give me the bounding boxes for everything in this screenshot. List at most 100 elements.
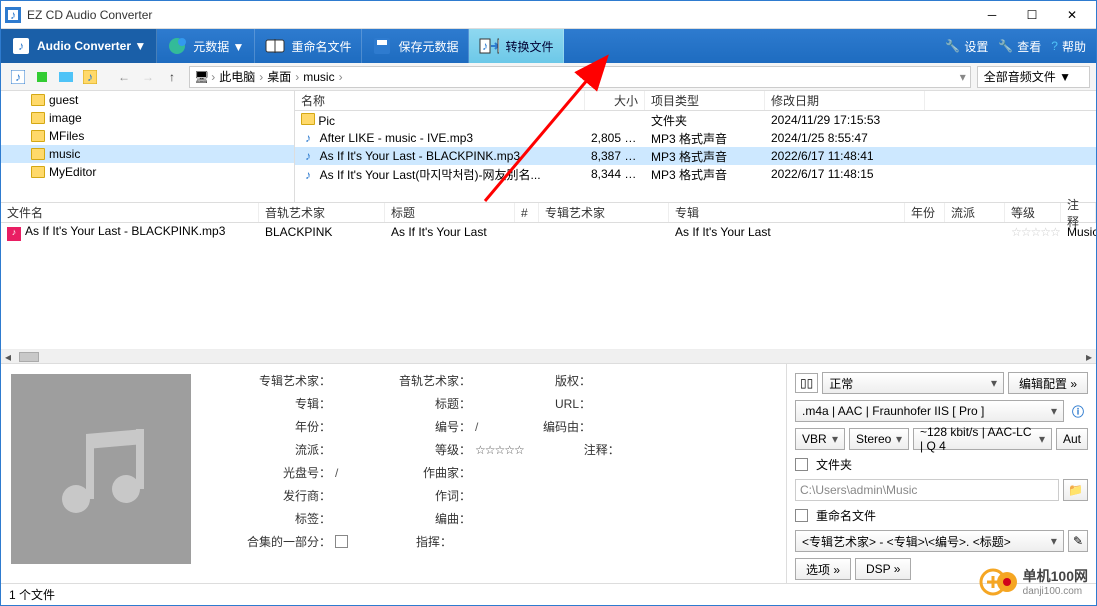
folder-icon — [31, 94, 45, 106]
info-icon[interactable]: ⓘ — [1068, 403, 1088, 420]
back-button[interactable]: ← — [113, 67, 135, 87]
file-row[interactable]: Pic文件夹2024/11/29 17:15:53 — [295, 111, 1096, 129]
chevron-down-icon[interactable]: ▾ — [960, 70, 966, 84]
tree-item-mfiles[interactable]: MFiles — [1, 127, 294, 145]
composer-label: 作曲家： — [355, 464, 475, 481]
forward-button[interactable]: → — [137, 67, 159, 87]
file-count: 1 个文件 — [9, 586, 55, 603]
folder-icon — [301, 113, 315, 125]
qcol-file[interactable]: 文件名 — [1, 203, 259, 222]
col-date[interactable]: 修改日期 — [765, 91, 925, 110]
save-icon — [372, 36, 392, 56]
format-select[interactable]: .m4a | AAC | Fraunhofer IIS [ Pro ] — [795, 400, 1064, 422]
maximize-button[interactable]: ☐ — [1012, 2, 1052, 28]
qcol-title[interactable]: 标题 — [385, 203, 515, 222]
main-toolbar: ♪ Audio Converter ▼ 元数据 ▼ 重命名文件 保存元数据 ♪♪… — [1, 29, 1096, 63]
file-list: 名称 大小 项目类型 修改日期 Pic文件夹2024/11/29 17:15:5… — [295, 91, 1096, 202]
horizontal-scrollbar[interactable]: ◂▸ — [1, 349, 1096, 363]
priority-select[interactable]: 正常 — [822, 372, 1004, 394]
file-filter-select[interactable]: 全部音频文件 ▼ — [977, 66, 1090, 88]
rename-label: 重命名文件 — [816, 507, 876, 524]
convert-button[interactable]: ♪♪ 转换文件 — [469, 29, 564, 63]
help-button[interactable]: ? 帮助 — [1051, 38, 1086, 55]
title-label: 标题： — [355, 395, 475, 412]
compilation-checkbox[interactable] — [335, 535, 348, 548]
col-size[interactable]: 大小 — [585, 91, 645, 110]
stereo-select[interactable]: Stereo — [849, 428, 909, 450]
file-row[interactable]: ♪ As If It's Your Last(마지막처럼)-网友别名...8,3… — [295, 165, 1096, 183]
tree-item-music[interactable]: music — [1, 145, 294, 163]
qcol-artist[interactable]: 音轨艺术家 — [259, 203, 385, 222]
dsp-button[interactable]: DSP » — [855, 558, 911, 580]
folder-tree[interactable]: guest image MFiles music MyEditor — [1, 91, 295, 202]
svg-text:♪: ♪ — [18, 39, 24, 53]
view-button[interactable]: 🔧 查看 — [998, 38, 1041, 55]
rename-pattern-select[interactable]: <专辑艺术家> - <专辑>\<编号>. <标题> — [795, 530, 1064, 552]
rename-button[interactable]: 重命名文件 — [255, 29, 362, 63]
desktop-button[interactable] — [55, 67, 77, 87]
music-file-icon: ♪ — [301, 149, 315, 163]
edit-pattern-button[interactable]: ✎ — [1068, 530, 1088, 552]
breadcrumb-item[interactable]: music — [301, 70, 336, 84]
computer-icon: 🖥 — [194, 70, 209, 84]
svg-text:♪: ♪ — [15, 70, 21, 84]
genre-label: 流派： — [205, 441, 335, 458]
col-name[interactable]: 名称 — [295, 91, 585, 110]
col-type[interactable]: 项目类型 — [645, 91, 765, 110]
folder-icon — [31, 112, 45, 124]
qcol-album-artist[interactable]: 专辑艺术家 — [539, 203, 669, 222]
qcol-note[interactable]: 注释 — [1061, 203, 1096, 222]
qcol-year[interactable]: 年份 — [905, 203, 945, 222]
music-library-button[interactable]: ♪ — [7, 67, 29, 87]
wrench-icon: 🔧 — [998, 39, 1013, 53]
album-label: 专辑： — [205, 395, 335, 412]
metadata-button[interactable]: 元数据 ▼ — [157, 29, 255, 63]
queue-header: 文件名 音轨艺术家 标题 # 专辑艺术家 专辑 年份 流派 等级 注释 — [1, 203, 1096, 223]
year-label: 年份： — [205, 418, 335, 435]
file-row[interactable]: ♪ As If It's Your Last - BLACKPINK.mp38,… — [295, 147, 1096, 165]
qcol-album[interactable]: 专辑 — [669, 203, 905, 222]
save-metadata-button[interactable]: 保存元数据 — [362, 29, 469, 63]
file-row[interactable]: ♪ After LIKE - music - IVE.mp32,805 KBMP… — [295, 129, 1096, 147]
qcol-rating[interactable]: 等级 — [1005, 203, 1061, 222]
minimize-button[interactable]: ─ — [972, 2, 1012, 28]
add-button[interactable] — [31, 67, 53, 87]
folder-path-input[interactable]: C:\Users\admin\Music — [795, 479, 1059, 501]
music-folder-button[interactable]: ♪ — [79, 67, 101, 87]
settings-button[interactable]: 🔧 设置 — [945, 38, 988, 55]
tree-item-myeditor[interactable]: MyEditor — [1, 163, 294, 181]
svg-text:♪: ♪ — [10, 8, 16, 22]
audio-converter-button[interactable]: ♪ Audio Converter ▼ — [1, 29, 157, 63]
album-art[interactable] — [11, 374, 191, 564]
qcol-genre[interactable]: 流派 — [945, 203, 1005, 222]
browse-folder-button[interactable]: 📁 — [1063, 479, 1088, 501]
breadcrumb[interactable]: 🖥 › 此电脑 › 桌面 › music › ▾ — [189, 66, 971, 88]
breadcrumb-item[interactable]: 桌面 — [265, 68, 293, 85]
rename-checkbox[interactable] — [795, 509, 808, 522]
window-title: EZ CD Audio Converter — [27, 8, 972, 22]
bitrate-select[interactable]: ~128 kbit/s | AAC-LC | Q 4 — [913, 428, 1052, 450]
convert-icon: ♪♪ — [479, 36, 499, 56]
auto-button[interactable]: Aut — [1056, 428, 1088, 450]
title-bar: ♪ EZ CD Audio Converter ─ ☐ ✕ — [1, 1, 1096, 29]
audio-converter-icon: ♪ — [11, 36, 31, 56]
track-artist-label: 音轨艺术家： — [355, 372, 475, 389]
vbr-select[interactable]: VBR — [795, 428, 845, 450]
up-button[interactable]: ↑ — [161, 67, 183, 87]
svg-text:♪: ♪ — [87, 70, 93, 84]
close-button[interactable]: ✕ — [1052, 2, 1092, 28]
metadata-icon — [167, 36, 187, 56]
options-button[interactable]: 选项 » — [795, 558, 851, 580]
tree-item-image[interactable]: image — [1, 109, 294, 127]
arranger-label: 编曲： — [355, 510, 475, 527]
status-bar: 1 个文件 — [1, 583, 1096, 605]
folder-checkbox[interactable] — [795, 458, 808, 471]
tree-item-guest[interactable]: guest — [1, 91, 294, 109]
edit-config-button[interactable]: 编辑配置 » — [1008, 372, 1088, 394]
queue-row[interactable]: ♪As If It's Your Last - BLACKPINK.mp3BLA… — [1, 223, 1096, 241]
qcol-num[interactable]: # — [515, 203, 539, 222]
breadcrumb-item[interactable]: 此电脑 — [217, 68, 257, 85]
nav-bar: ♪ ♪ ← → ↑ 🖥 › 此电脑 › 桌面 › music › ▾ 全部音频文… — [1, 63, 1096, 91]
bottom-panel: 专辑艺术家： 音轨艺术家： 版权： 专辑： 标题： URL： 年份： 编号：/ … — [1, 363, 1096, 583]
tag-label: 标签： — [205, 510, 335, 527]
